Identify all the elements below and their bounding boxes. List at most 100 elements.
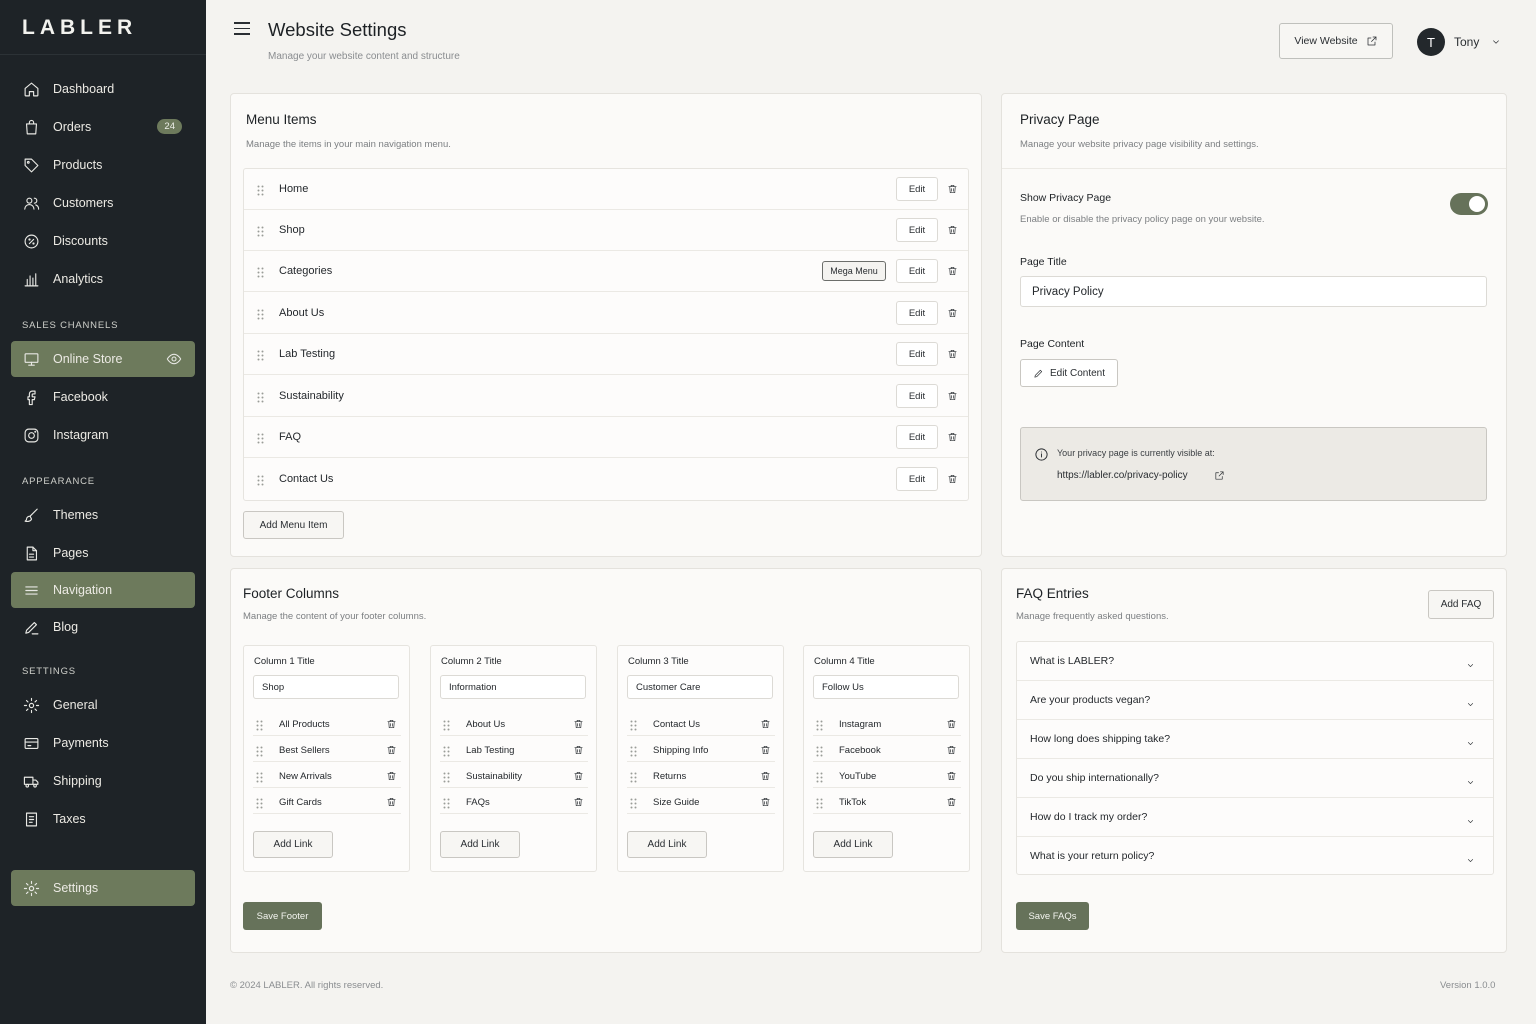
show-privacy-toggle[interactable]	[1450, 193, 1488, 215]
footer-link-row[interactable]: New Arrivals	[253, 762, 401, 788]
menu-item-row[interactable]: Shop Edit	[244, 210, 968, 251]
sidebar-item-taxes[interactable]: Taxes	[11, 801, 195, 837]
column-title-input[interactable]: Follow Us	[813, 675, 959, 699]
edit-button[interactable]: Edit	[896, 301, 938, 325]
drag-handle-icon[interactable]	[443, 796, 450, 814]
trash-icon[interactable]	[947, 430, 958, 448]
faq-entry-row[interactable]: Are your products vegan?	[1017, 681, 1493, 720]
edit-button[interactable]: Edit	[896, 342, 938, 366]
sidebar-item-discounts[interactable]: Discounts	[11, 223, 195, 259]
sidebar-item-instagram[interactable]: Instagram	[11, 417, 195, 453]
trash-icon[interactable]	[947, 389, 958, 407]
footer-link-row[interactable]: Sustainability	[440, 762, 588, 788]
footer-link-row[interactable]: Contact Us	[627, 710, 775, 736]
save-footer-button[interactable]: Save Footer	[243, 902, 322, 930]
sidebar-item-themes[interactable]: Themes	[11, 497, 195, 533]
menu-item-row[interactable]: Categories Mega Menu Edit	[244, 251, 968, 292]
menu-item-row[interactable]: About Us Edit	[244, 293, 968, 334]
view-website-button[interactable]: View Website	[1279, 23, 1393, 59]
trash-icon[interactable]	[946, 717, 957, 735]
edit-button[interactable]: Edit	[896, 384, 938, 408]
page-title-input[interactable]: Privacy Policy	[1020, 276, 1487, 307]
drag-handle-icon[interactable]	[257, 348, 264, 366]
sidebar-item-general[interactable]: General	[11, 687, 195, 723]
drag-handle-icon[interactable]	[257, 307, 264, 325]
sidebar-item-customers[interactable]: Customers	[11, 185, 195, 221]
trash-icon[interactable]	[573, 795, 584, 813]
edit-button[interactable]: Edit	[896, 467, 938, 491]
add-link-button[interactable]: Add Link	[813, 831, 893, 858]
footer-link-row[interactable]: YouTube	[813, 762, 961, 788]
chevron-down-icon[interactable]	[1465, 813, 1476, 831]
faq-entry-row[interactable]: How do I track my order?	[1017, 798, 1493, 837]
edit-button[interactable]: Edit	[896, 218, 938, 242]
drag-handle-icon[interactable]	[257, 431, 264, 449]
mega-menu-tag[interactable]: Mega Menu	[822, 261, 886, 281]
avatar[interactable]: T	[1417, 28, 1445, 56]
drag-handle-icon[interactable]	[256, 770, 263, 788]
trash-icon[interactable]	[947, 472, 958, 490]
trash-icon[interactable]	[760, 717, 771, 735]
hamburger-menu-icon[interactable]	[234, 22, 250, 36]
footer-link-row[interactable]: FAQs	[440, 788, 588, 814]
drag-handle-icon[interactable]	[630, 770, 637, 788]
footer-link-row[interactable]: Gift Cards	[253, 788, 401, 814]
footer-link-row[interactable]: Returns	[627, 762, 775, 788]
trash-icon[interactable]	[947, 223, 958, 241]
sidebar-item-facebook[interactable]: Facebook	[11, 379, 195, 415]
footer-link-row[interactable]: All Products	[253, 710, 401, 736]
drag-handle-icon[interactable]	[443, 744, 450, 762]
trash-icon[interactable]	[386, 769, 397, 787]
footer-link-row[interactable]: Shipping Info	[627, 736, 775, 762]
trash-icon[interactable]	[573, 743, 584, 761]
sidebar-item-settings[interactable]: Settings	[11, 870, 195, 906]
trash-icon[interactable]	[760, 743, 771, 761]
trash-icon[interactable]	[386, 743, 397, 761]
drag-handle-icon[interactable]	[816, 770, 823, 788]
chevron-down-icon[interactable]	[1465, 657, 1476, 675]
user-name[interactable]: Tony	[1454, 35, 1479, 49]
column-title-input[interactable]: Customer Care	[627, 675, 773, 699]
footer-link-row[interactable]: Lab Testing	[440, 736, 588, 762]
sidebar-item-navigation[interactable]: Navigation	[11, 572, 195, 608]
external-link-icon[interactable]	[1214, 470, 1225, 481]
drag-handle-icon[interactable]	[443, 718, 450, 736]
edit-button[interactable]: Edit	[896, 259, 938, 283]
chevron-down-icon[interactable]	[1465, 774, 1476, 792]
trash-icon[interactable]	[760, 769, 771, 787]
column-title-input[interactable]: Shop	[253, 675, 399, 699]
drag-handle-icon[interactable]	[630, 744, 637, 762]
add-faq-button[interactable]: Add FAQ	[1428, 590, 1494, 619]
menu-item-row[interactable]: Home Edit	[244, 169, 968, 210]
edit-content-button[interactable]: Edit Content	[1020, 359, 1118, 387]
faq-entry-row[interactable]: Do you ship internationally?	[1017, 759, 1493, 798]
faq-entry-row[interactable]: How long does shipping take?	[1017, 720, 1493, 759]
menu-item-row[interactable]: Contact Us Edit	[244, 459, 968, 500]
footer-link-row[interactable]: Facebook	[813, 736, 961, 762]
add-link-button[interactable]: Add Link	[253, 831, 333, 858]
trash-icon[interactable]	[946, 795, 957, 813]
faq-entry-row[interactable]: What is your return policy?	[1017, 837, 1493, 876]
add-link-button[interactable]: Add Link	[440, 831, 520, 858]
sidebar-item-blog[interactable]: Blog	[11, 609, 195, 645]
privacy-url-link[interactable]: https://labler.co/privacy-policy	[1057, 470, 1188, 481]
trash-icon[interactable]	[573, 769, 584, 787]
sidebar-item-shipping[interactable]: Shipping	[11, 763, 195, 799]
column-title-input[interactable]: Information	[440, 675, 586, 699]
drag-handle-icon[interactable]	[816, 796, 823, 814]
add-link-button[interactable]: Add Link	[627, 831, 707, 858]
footer-link-row[interactable]: About Us	[440, 710, 588, 736]
drag-handle-icon[interactable]	[257, 390, 264, 408]
trash-icon[interactable]	[947, 264, 958, 282]
drag-handle-icon[interactable]	[257, 473, 264, 491]
drag-handle-icon[interactable]	[816, 718, 823, 736]
edit-button[interactable]: Edit	[896, 177, 938, 201]
eye-icon[interactable]	[166, 351, 182, 370]
footer-link-row[interactable]: TikTok	[813, 788, 961, 814]
faq-entry-row[interactable]: What is LABLER?	[1017, 642, 1493, 681]
drag-handle-icon[interactable]	[257, 183, 264, 201]
sidebar-item-analytics[interactable]: Analytics	[11, 261, 195, 297]
sidebar-item-pages[interactable]: Pages	[11, 535, 195, 571]
sidebar-item-payments[interactable]: Payments	[11, 725, 195, 761]
trash-icon[interactable]	[946, 743, 957, 761]
